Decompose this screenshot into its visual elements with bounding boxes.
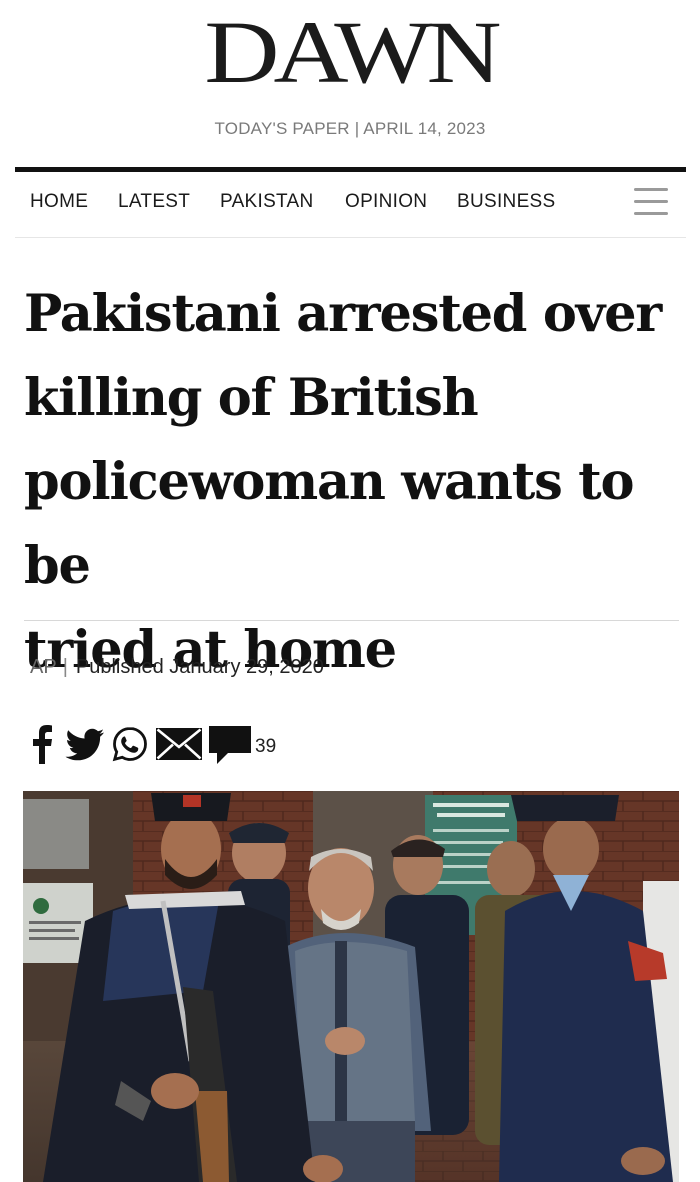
whatsapp-icon[interactable] [112,726,148,762]
article-source[interactable]: AP [30,656,57,678]
published-date: Published January 29, 2020 [75,656,324,678]
nav-item-business[interactable]: BUSINESS [457,191,556,213]
byline-separator: | [62,656,68,678]
main-nav: HOME LATEST PAKISTAN OPINION BUSINESS [15,172,686,238]
hamburger-menu-icon[interactable] [634,188,668,216]
headline-line: killing of British [24,368,479,428]
todays-paper-date[interactable]: TODAY'S PAPER | APRIL 14, 2023 [0,119,700,139]
headline-line: Pakistani arrested over [24,284,662,344]
email-icon[interactable] [156,728,202,760]
comment-icon[interactable] [209,726,251,764]
comment-count[interactable]: 39 [255,736,276,758]
dawn-logo[interactable]: DAWN [0,8,700,97]
nav-item-latest[interactable]: LATEST [118,191,190,213]
article-headline: Pakistani arrested over killing of Briti… [24,272,684,692]
facebook-icon[interactable] [30,724,54,764]
twitter-icon[interactable] [65,728,105,762]
headline-divider [24,620,679,621]
nav-item-opinion[interactable]: OPINION [345,191,427,213]
nav-item-pakistan[interactable]: PAKISTAN [220,191,314,213]
nav-item-home[interactable]: HOME [30,191,88,213]
share-bar: 39 [30,722,330,766]
headline-line: policewoman wants to be [24,452,635,596]
article-photo[interactable] [23,791,679,1182]
news-photo-police-escort [23,791,679,1182]
masthead: DAWN TODAY'S PAPER | APRIL 14, 2023 [0,0,700,170]
byline: AP | Published January 29, 2020 [30,656,324,679]
